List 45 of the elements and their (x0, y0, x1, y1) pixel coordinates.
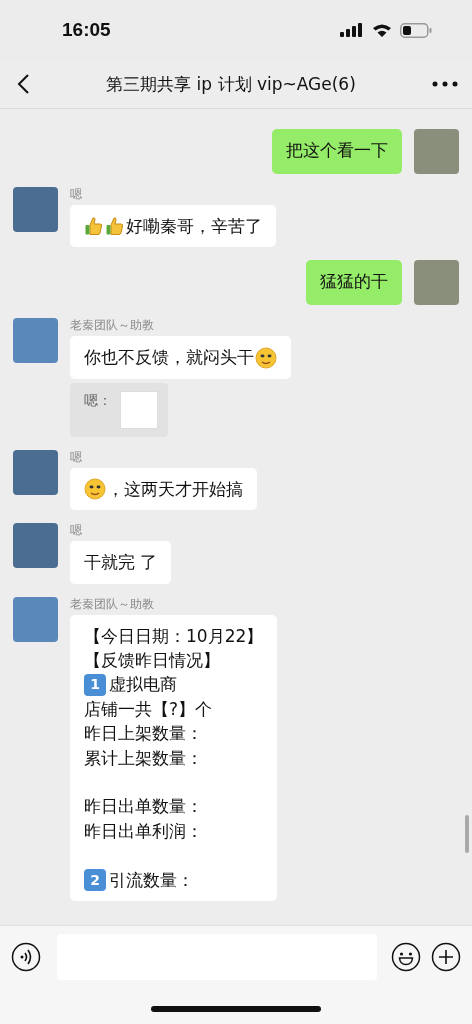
message-text: 虚拟电商 (109, 673, 177, 697)
sender-name: 嗯 (70, 449, 82, 464)
message-text: 【反馈昨日情况】 (84, 649, 220, 673)
avatar-photo-placeholder[interactable] (13, 596, 58, 642)
wifi-icon (372, 23, 392, 37)
message-text: 好嘞秦哥，辛苦了 (126, 215, 262, 238)
thumbs-up-icon (105, 216, 125, 237)
message-text: ，这两天才开始搞 (107, 477, 243, 501)
message-text: 干就完 了 (84, 551, 158, 575)
number-keycap: 2 (84, 868, 106, 891)
chat-title: 第三期共享 ip 计划 vip~AGe(6) (106, 72, 356, 96)
avatar-photo-placeholder[interactable] (414, 260, 459, 306)
message-text: 店铺一共【?】个 (84, 697, 213, 721)
status-time: 16:05 (62, 19, 111, 41)
quoted-message[interactable]: 嗯： (70, 382, 168, 437)
avatar-photo-placeholder[interactable] (13, 318, 58, 364)
battery-icon (400, 22, 432, 38)
message-text: 你也不反馈，就闷头干 (84, 346, 254, 370)
message-text: 猛猛的干 (320, 270, 388, 294)
emoji-face-icon (255, 346, 277, 369)
message-text: 昨日出单数量： (84, 795, 203, 819)
sender-name: 嗯 (70, 187, 82, 201)
sender-name: 老秦团队～助教 (70, 596, 154, 611)
sender-name: 老秦团队～助教 (70, 318, 154, 333)
emoji-face-icon (84, 478, 106, 500)
emoji-button[interactable] (391, 942, 421, 972)
message-text: 引流数量： (109, 868, 194, 892)
sender-name: 嗯 (70, 523, 82, 538)
scrollbar (465, 815, 469, 853)
avatar-photo-placeholder[interactable] (13, 523, 58, 569)
message-text: 累计上架数量： (84, 746, 203, 770)
message-text: 把这个看一下 (286, 139, 388, 162)
voice-button[interactable] (11, 942, 41, 972)
quote-text: 嗯： (84, 390, 112, 409)
plus-button[interactable] (431, 942, 461, 972)
screenshot-thumbnail (120, 390, 158, 429)
back-button[interactable] (16, 73, 30, 95)
signal-icon (340, 23, 364, 37)
more-button[interactable] (432, 81, 458, 87)
number-keycap: 1 (84, 673, 106, 696)
thumbs-up-icon (84, 216, 104, 237)
avatar-photo-placeholder[interactable] (13, 449, 58, 495)
message-text: 昨日出单利润： (84, 819, 203, 843)
message-text: 【今日日期：10月22】 (84, 624, 264, 648)
message-text: 昨日上架数量： (84, 722, 203, 746)
